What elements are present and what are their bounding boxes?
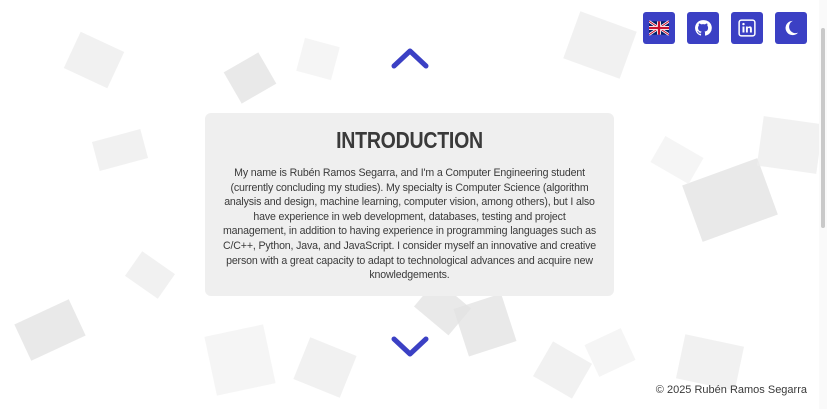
scroll-down-button[interactable] (390, 335, 430, 359)
bg-cube (293, 337, 357, 398)
introduction-card: INTRODUCTION My name is Rubén Ramos Sega… (205, 113, 614, 296)
bg-cube (223, 52, 277, 104)
scrollbar-thumb[interactable] (821, 28, 825, 228)
linkedin-icon (738, 19, 756, 37)
bg-cube (756, 116, 824, 174)
bg-cube (533, 341, 592, 399)
github-button[interactable] (687, 12, 719, 44)
uk-flag-icon (649, 20, 669, 36)
bg-cube (63, 31, 125, 89)
section-title: INTRODUCTION (336, 127, 483, 153)
dark-mode-button[interactable] (775, 12, 807, 44)
bg-cube (675, 334, 745, 391)
bg-cube (14, 299, 86, 361)
bg-cube (204, 324, 276, 396)
scroll-up-button[interactable] (390, 46, 430, 70)
bg-cube (125, 251, 175, 299)
bg-cube (563, 11, 637, 79)
github-icon (695, 20, 712, 36)
chevron-down-icon (391, 336, 429, 357)
scrollbar[interactable] (819, 0, 827, 409)
chevron-up-icon (391, 48, 429, 69)
introduction-text: My name is Rubén Ramos Segarra, and I'm … (222, 167, 596, 282)
bg-cube (682, 158, 778, 242)
linkedin-button[interactable] (731, 12, 763, 44)
toolbar (643, 12, 807, 44)
copyright-footer: © 2025 Rubén Ramos Segarra (655, 384, 807, 396)
bg-cube (91, 129, 149, 171)
language-button[interactable] (643, 12, 675, 44)
moon-icon (785, 20, 799, 36)
bg-cube (584, 328, 636, 377)
bg-cube (650, 136, 704, 184)
bg-cube (296, 37, 340, 81)
